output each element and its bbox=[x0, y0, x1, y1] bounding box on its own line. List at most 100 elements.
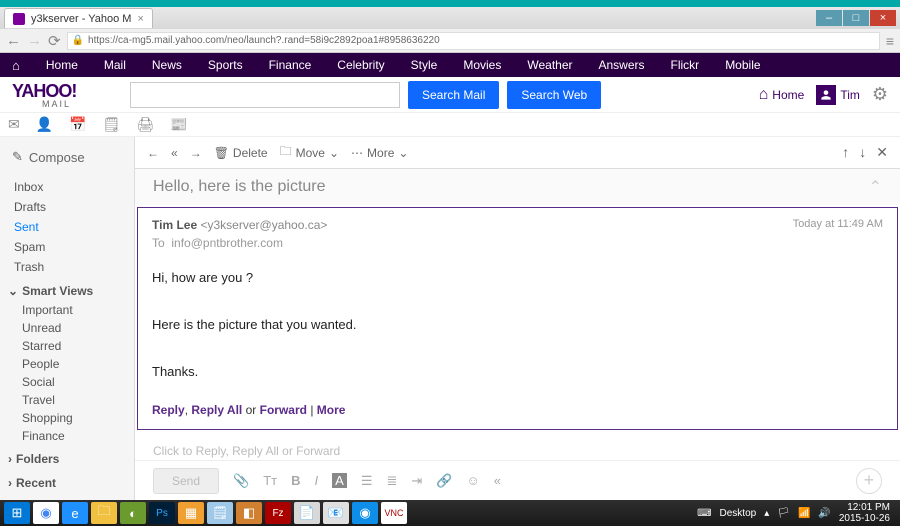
tray-chevron-icon[interactable]: ▴ bbox=[764, 508, 769, 519]
menu-icon[interactable]: ≡ bbox=[886, 33, 894, 49]
nav-flickr[interactable]: Flickr bbox=[671, 58, 700, 72]
photoshop-icon[interactable]: Ps bbox=[149, 502, 175, 524]
search-mail-button[interactable]: Search Mail bbox=[408, 81, 499, 109]
highlight-icon[interactable]: A bbox=[332, 473, 347, 488]
back-button[interactable]: ← bbox=[6, 32, 21, 49]
app-icon[interactable]: 📄 bbox=[294, 502, 320, 524]
forward-button[interactable]: → bbox=[27, 32, 42, 49]
attach-icon[interactable]: 📎 bbox=[233, 473, 249, 489]
search-web-button[interactable]: Search Web bbox=[507, 81, 601, 109]
sv-important[interactable]: Important bbox=[0, 301, 134, 319]
maximize-button[interactable]: □ bbox=[843, 10, 869, 26]
contacts-icon[interactable]: 👤 bbox=[36, 116, 53, 133]
reload-button[interactable]: ⟳ bbox=[48, 32, 61, 50]
clock[interactable]: 12:01 PM 2015-10-26 bbox=[839, 502, 890, 524]
yahoo-logo[interactable]: YAHOO! MAIL bbox=[12, 81, 122, 109]
sv-unread[interactable]: Unread bbox=[0, 319, 134, 337]
nav-celebrity[interactable]: Celebrity bbox=[337, 58, 384, 72]
network-icon[interactable]: 📶 bbox=[798, 508, 810, 519]
folder-spam[interactable]: Spam bbox=[0, 237, 134, 257]
nav-weather[interactable]: Weather bbox=[527, 58, 572, 72]
flag-icon[interactable]: 🏳 bbox=[777, 508, 790, 519]
app-icon[interactable]: ▦ bbox=[178, 502, 204, 524]
compose-button[interactable]: ✎ Compose bbox=[0, 145, 134, 169]
sv-travel[interactable]: Travel bbox=[0, 391, 134, 409]
calendar-icon[interactable]: 📅 bbox=[69, 116, 86, 133]
feed-icon[interactable]: 📰 bbox=[170, 116, 187, 133]
sender-name[interactable]: Tim Lee bbox=[152, 218, 197, 232]
nav-news[interactable]: News bbox=[152, 58, 182, 72]
app-icon[interactable]: 📧 bbox=[323, 502, 349, 524]
close-icon[interactable]: ✕ bbox=[876, 144, 888, 161]
nav-mail[interactable]: Mail bbox=[104, 58, 126, 72]
add-button[interactable]: + bbox=[856, 468, 882, 494]
notepad-icon[interactable]: 🗒 bbox=[207, 502, 233, 524]
font-icon[interactable]: Tт bbox=[263, 473, 277, 488]
sv-people[interactable]: People bbox=[0, 355, 134, 373]
italic-icon[interactable]: I bbox=[315, 473, 319, 488]
nav-mobile[interactable]: Mobile bbox=[725, 58, 760, 72]
desktop-label[interactable]: Desktop bbox=[720, 508, 757, 519]
user-profile[interactable]: Tim bbox=[816, 85, 860, 105]
collapse-icon[interactable]: « bbox=[494, 473, 501, 488]
explorer-icon[interactable]: 🗀 bbox=[91, 502, 117, 524]
folder-inbox[interactable]: Inbox bbox=[0, 177, 134, 197]
nav-style[interactable]: Style bbox=[411, 58, 438, 72]
app-icon[interactable]: ◐ bbox=[120, 502, 146, 524]
home-link[interactable]: ⌂ Home bbox=[759, 86, 805, 104]
mail-icon[interactable]: ✉ bbox=[8, 116, 20, 133]
folder-drafts[interactable]: Drafts bbox=[0, 197, 134, 217]
home-icon[interactable]: ⌂ bbox=[12, 58, 20, 73]
chrome-icon[interactable]: ◉ bbox=[33, 502, 59, 524]
vnc-icon[interactable]: VNC bbox=[381, 502, 407, 524]
nav-answers[interactable]: Answers bbox=[599, 58, 645, 72]
folder-trash[interactable]: Trash bbox=[0, 257, 134, 277]
sv-shopping[interactable]: Shopping bbox=[0, 409, 134, 427]
reply-all-arrow-icon[interactable]: « bbox=[171, 146, 178, 160]
move-button[interactable]: 🗀 Move ⌄ bbox=[280, 142, 339, 163]
more-link[interactable]: More bbox=[317, 403, 346, 417]
app-icon[interactable]: ◧ bbox=[236, 502, 262, 524]
ie-icon[interactable]: e bbox=[62, 502, 88, 524]
folder-sent[interactable]: Sent bbox=[0, 217, 134, 237]
up-arrow-icon[interactable]: ↑ bbox=[842, 144, 849, 161]
search-input[interactable] bbox=[130, 82, 400, 108]
send-button[interactable]: Send bbox=[153, 468, 219, 494]
delete-button[interactable]: 🗑 Delete bbox=[214, 146, 268, 160]
start-button[interactable]: ⊞ bbox=[4, 502, 30, 524]
indent-icon[interactable]: ⇥ bbox=[411, 473, 422, 489]
nav-movies[interactable]: Movies bbox=[463, 58, 501, 72]
folders-header[interactable]: › Folders bbox=[0, 449, 134, 469]
close-window-button[interactable]: × bbox=[870, 10, 896, 26]
nav-sports[interactable]: Sports bbox=[208, 58, 243, 72]
filezilla-icon[interactable]: Fz bbox=[265, 502, 291, 524]
sv-social[interactable]: Social bbox=[0, 373, 134, 391]
nav-finance[interactable]: Finance bbox=[269, 58, 312, 72]
print-icon[interactable]: 🖨 bbox=[136, 116, 154, 133]
forward-arrow-icon[interactable]: → bbox=[190, 146, 202, 160]
down-arrow-icon[interactable]: ↓ bbox=[859, 144, 866, 161]
reply-all-link[interactable]: Reply All bbox=[191, 403, 242, 417]
link-icon[interactable]: 🔗 bbox=[436, 473, 452, 489]
close-tab-icon[interactable]: × bbox=[137, 13, 143, 25]
notepad-icon[interactable]: 🗒 bbox=[103, 116, 121, 133]
sv-starred[interactable]: Starred bbox=[0, 337, 134, 355]
minimize-button[interactable]: – bbox=[816, 10, 842, 26]
bold-icon[interactable]: B bbox=[291, 473, 300, 488]
smart-views-header[interactable]: ⌄ Smart Views bbox=[0, 281, 134, 301]
more-button[interactable]: ⋯ More ⌄ bbox=[351, 146, 408, 160]
url-field[interactable]: 🔒 https://ca-mg5.mail.yahoo.com/neo/laun… bbox=[67, 32, 880, 50]
keyboard-icon[interactable]: ⌨ bbox=[697, 508, 711, 519]
bullet-list-icon[interactable]: ☰ bbox=[361, 473, 373, 489]
back-arrow-icon[interactable]: ← bbox=[147, 146, 159, 160]
collapse-icon[interactable]: ⌃ bbox=[869, 177, 882, 197]
numbered-list-icon[interactable]: ≣ bbox=[386, 473, 397, 489]
emoji-icon[interactable]: ☺ bbox=[466, 473, 479, 488]
settings-gear-icon[interactable]: ⚙ bbox=[872, 84, 888, 105]
browser-tab[interactable]: y3kserver - Yahoo M × bbox=[4, 8, 153, 28]
volume-icon[interactable]: 🔊 bbox=[818, 508, 830, 519]
reply-link[interactable]: Reply bbox=[152, 403, 185, 417]
forward-link[interactable]: Forward bbox=[260, 403, 307, 417]
nav-home[interactable]: Home bbox=[46, 58, 78, 72]
teamviewer-icon[interactable]: ◉ bbox=[352, 502, 378, 524]
